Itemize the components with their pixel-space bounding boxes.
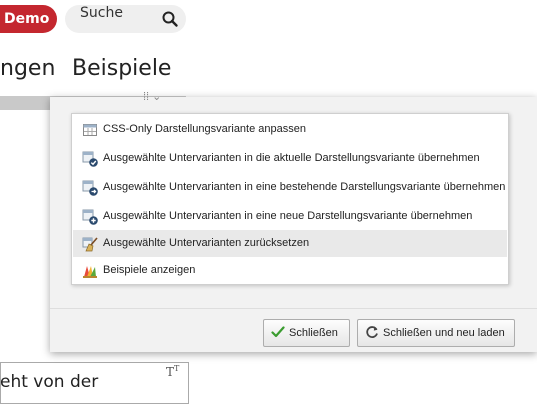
apply-new-icon <box>82 209 98 225</box>
apply-current-icon <box>82 151 98 167</box>
nav-item-partial[interactable]: ngen <box>0 56 55 81</box>
close-button[interactable]: Schließen <box>263 319 350 347</box>
menu-item-label: Ausgewählte Untervarianten in die aktuel… <box>103 152 480 164</box>
dialog-handle: ⁞⁞ ⌄ <box>143 91 162 103</box>
demo-button[interactable]: Demo <box>0 5 57 33</box>
menu-item-apply-new[interactable]: Ausgewählte Untervarianten in eine neue … <box>73 203 507 230</box>
reset-broom-icon <box>82 237 98 252</box>
menu-item-apply-current[interactable]: Ausgewählte Untervarianten in die aktuel… <box>73 145 507 172</box>
menu-item-label: Ausgewählte Untervarianten zurücksetzen <box>103 237 310 249</box>
menu-item-apply-existing[interactable]: Ausgewählte Untervarianten in eine beste… <box>73 174 507 201</box>
close-button-label: Schließen <box>289 327 338 339</box>
nav-item-beispiele[interactable]: Beispiele <box>72 56 171 81</box>
text-format-icon: TT <box>166 364 180 379</box>
search-icon[interactable] <box>161 10 179 28</box>
menu-item-reset[interactable]: Ausgewählte Untervarianten zurücksetzen <box>73 230 507 257</box>
background-text-snippet: eht von der <box>0 372 99 392</box>
context-menu: CSS-Only Darstellungsvariante anpassen A… <box>71 113 509 285</box>
search-input[interactable]: Suche <box>80 5 123 21</box>
menu-item-css-only[interactable]: CSS-Only Darstellungsvariante anpassen <box>73 116 507 143</box>
menu-item-label: Ausgewählte Untervarianten in eine neue … <box>103 210 473 222</box>
close-and-reload-button[interactable]: Schließen und neu laden <box>357 319 515 347</box>
menu-item-label: Beispiele anzeigen <box>103 264 196 276</box>
search-box[interactable]: Suche <box>65 5 186 33</box>
menu-item-examples[interactable]: Beispiele anzeigen <box>73 257 507 284</box>
close-and-reload-button-label: Schließen und neu laden <box>383 327 505 339</box>
check-icon <box>271 326 285 338</box>
menu-item-label: Ausgewählte Untervarianten in eine beste… <box>103 181 506 193</box>
menu-item-label: CSS-Only Darstellungsvariante anpassen <box>103 123 306 135</box>
reload-icon <box>366 326 378 338</box>
examples-icon <box>83 266 97 278</box>
css-grid-icon <box>83 124 97 136</box>
apply-existing-icon <box>82 180 98 196</box>
